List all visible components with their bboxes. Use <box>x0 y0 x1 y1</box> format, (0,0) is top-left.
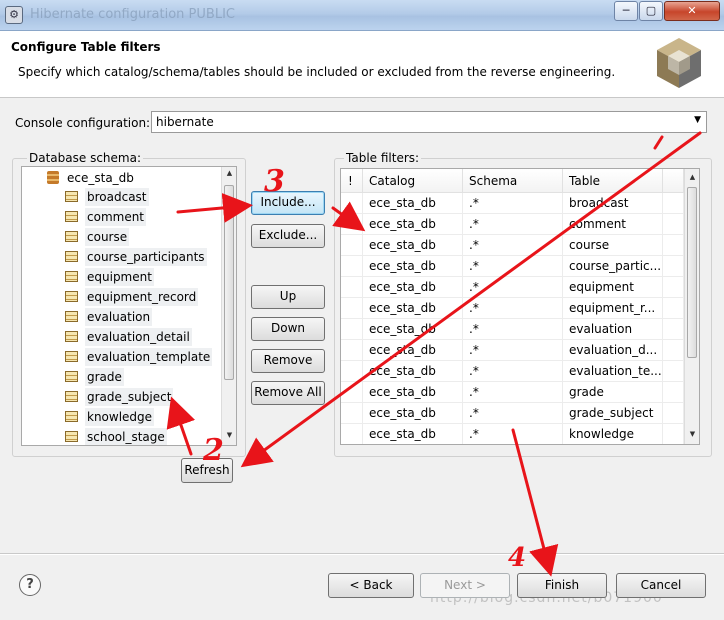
annotation-overlay: 3 2 4 <box>166 131 702 577</box>
annotation-arrow-to-table <box>331 201 366 232</box>
annotation-arrow-1 <box>240 131 702 468</box>
annotation-number-2: 2 <box>202 433 224 468</box>
annotation-arrow-include <box>176 192 253 223</box>
annotation-number-4: 4 <box>508 543 526 573</box>
annotation-arrow-refresh <box>166 396 196 456</box>
annotation-tick-1 <box>653 135 664 150</box>
annotation-number-3: 3 <box>264 164 285 199</box>
